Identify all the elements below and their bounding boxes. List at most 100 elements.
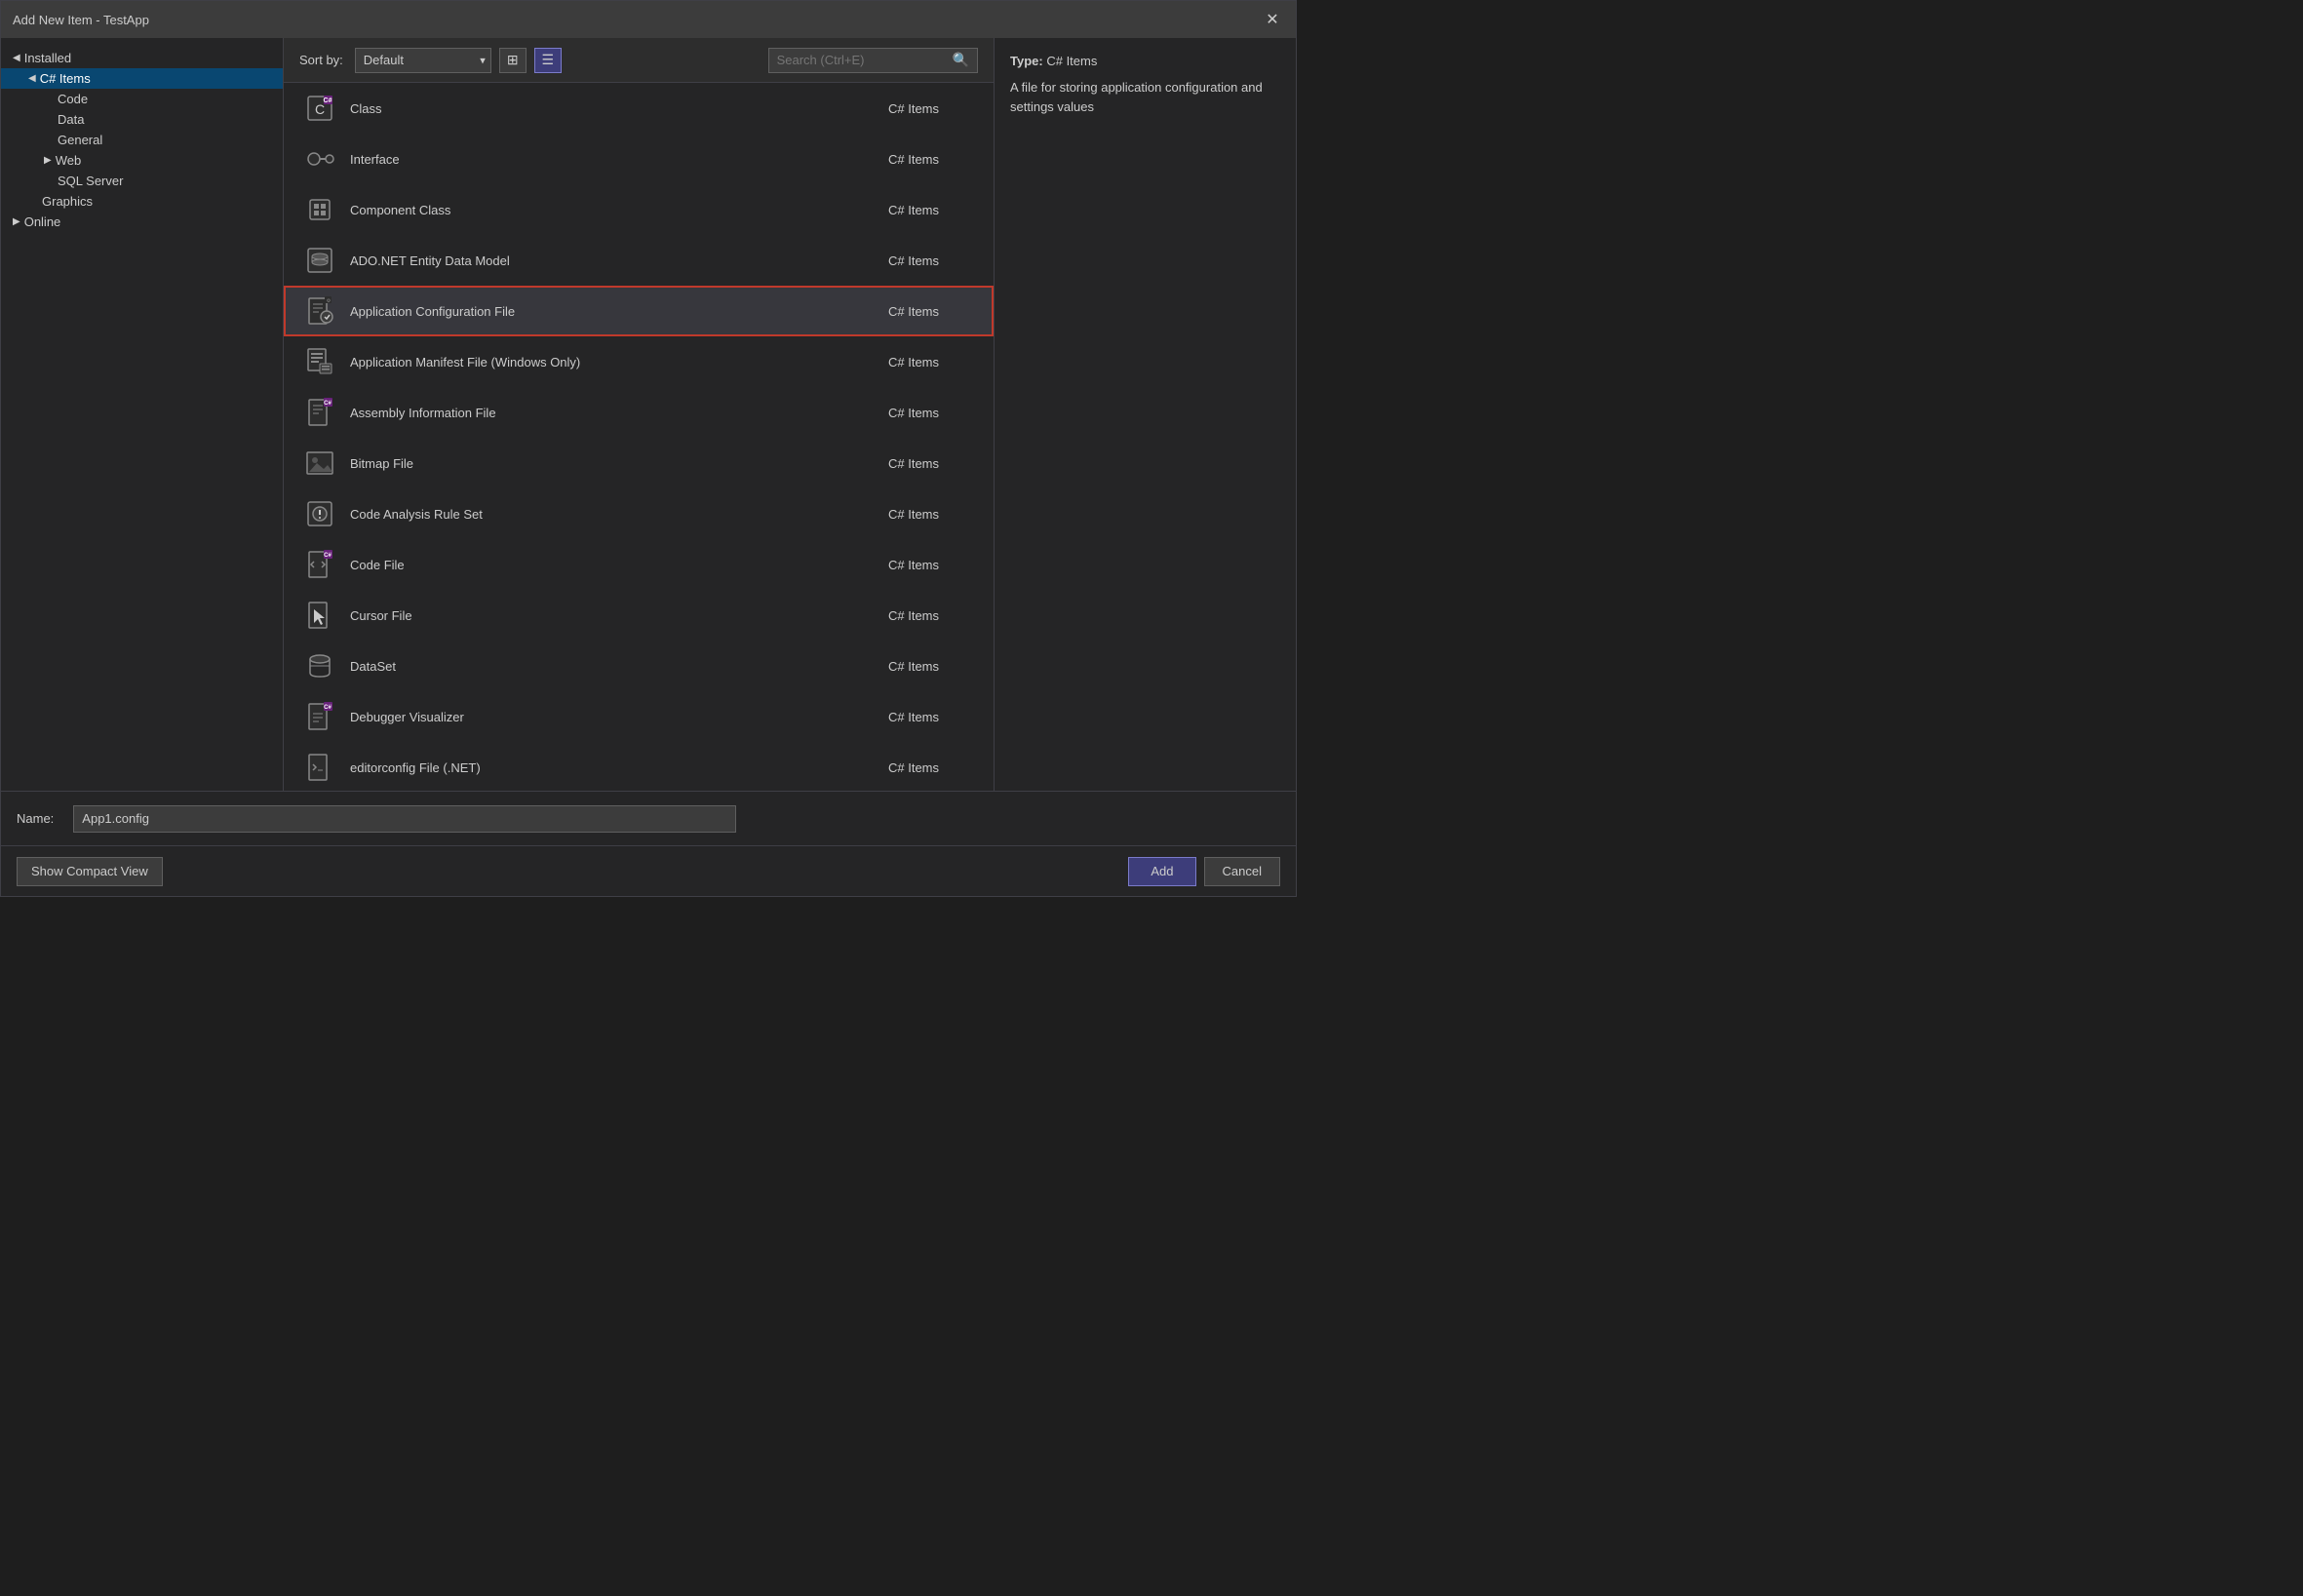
tree-item-general[interactable]: General [1,130,283,150]
item-name-code-analysis: Code Analysis Rule Set [350,507,888,522]
item-category-bitmap: C# Items [888,456,976,471]
list-item-editorconfig[interactable]: editorconfig File (.NET) C# Items [284,742,994,791]
item-name-editorconfig: editorconfig File (.NET) [350,760,888,775]
item-name-code-file: Code File [350,558,888,572]
list-view-button[interactable]: ☰ [534,48,562,73]
list-item-app-config[interactable]: ⚙ Application Configuration File C# Item… [284,286,994,336]
title-bar: Add New Item - TestApp ✕ [1,1,1296,38]
item-category-interface: C# Items [888,152,976,167]
item-icon-app-config: ⚙ [301,292,338,330]
name-input[interactable] [73,805,736,833]
search-icon: 🔍 [953,52,969,68]
right-panel: Type: C# Items A file for storing applic… [994,38,1296,791]
detail-type-label: Type: [1010,54,1043,68]
detail-type-row: Type: C# Items [1010,54,1280,68]
close-button[interactable]: ✕ [1261,8,1284,31]
tree-item-graphics[interactable]: Graphics [1,191,283,212]
tree-item-code[interactable]: Code [1,89,283,109]
item-name-cursor-file: Cursor File [350,608,888,623]
tree-arrow-csharp-items: ◀ [28,73,36,84]
tree-label-general: General [58,133,102,147]
item-icon-code-file: C# [301,546,338,583]
tree-arrow-online: ▶ [13,216,20,227]
item-icon-debugger-vis: C# [301,698,338,735]
item-category-code-analysis: C# Items [888,507,976,522]
item-category-component-class: C# Items [888,203,976,217]
item-icon-app-manifest [301,343,338,380]
grid-view-button[interactable]: ⊞ [499,48,527,73]
item-category-dataset: C# Items [888,659,976,674]
tree-arrow-web: ▶ [44,155,52,166]
item-category-ado-net: C# Items [888,253,976,268]
sort-dropdown[interactable]: Default [355,48,491,73]
tree-item-installed[interactable]: ◀ Installed [1,48,283,68]
item-category-app-manifest: C# Items [888,355,976,370]
tree-label-online: Online [24,214,61,229]
item-name-assembly-info: Assembly Information File [350,406,888,420]
svg-text:C#: C# [324,553,332,559]
search-input[interactable] [777,53,949,67]
tree-label-sql-server: SQL Server [58,174,123,188]
list-item-bitmap[interactable]: Bitmap File C# Items [284,438,994,488]
item-icon-component-class [301,191,338,228]
tree-label-web: Web [56,153,82,168]
item-icon-code-analysis [301,495,338,532]
list-item-assembly-info[interactable]: C# Assembly Information File C# Items [284,387,994,438]
svg-text:⚙: ⚙ [327,298,332,304]
center-panel: Sort by: Default ⊞ ☰ 🔍 C [284,38,994,791]
item-icon-assembly-info: C# [301,394,338,431]
tree-label-code: Code [58,92,88,106]
list-item-component-class[interactable]: Component Class C# Items [284,184,994,235]
items-list: C C# Class C# Items Interface C# Items C… [284,83,994,791]
item-icon-editorconfig [301,749,338,786]
list-item-interface[interactable]: Interface C# Items [284,134,994,184]
item-icon-ado-net [301,242,338,279]
item-category-cursor-file: C# Items [888,608,976,623]
name-bar: Name: [1,791,1296,845]
item-icon-cursor-file [301,597,338,634]
footer-bar: Show Compact View Add Cancel [1,845,1296,896]
list-item-cursor-file[interactable]: Cursor File C# Items [284,590,994,641]
item-category-class: C# Items [888,101,976,116]
list-item-debugger-vis[interactable]: C# Debugger Visualizer C# Items [284,691,994,742]
compact-view-button[interactable]: Show Compact View [17,857,163,886]
item-icon-bitmap [301,445,338,482]
detail-type-value: C# Items [1046,54,1097,68]
item-category-debugger-vis: C# Items [888,710,976,724]
sort-label: Sort by: [299,53,343,67]
item-name-debugger-vis: Debugger Visualizer [350,710,888,724]
item-icon-dataset [301,647,338,684]
list-item-app-manifest[interactable]: Application Manifest File (Windows Only)… [284,336,994,387]
item-icon-interface [301,140,338,177]
add-button[interactable]: Add [1128,857,1195,886]
list-item-code-analysis[interactable]: Code Analysis Rule Set C# Items [284,488,994,539]
sort-dropdown-wrap: Default [355,48,491,73]
left-panel: ◀ Installed◀ C# Items Code Data General ▶ We… [1,38,284,791]
tree-item-data[interactable]: Data [1,109,283,130]
tree-item-sql-server[interactable]: SQL Server [1,171,283,191]
svg-text:C#: C# [324,401,332,407]
tree-arrow-installed: ◀ [13,53,20,63]
item-name-dataset: DataSet [350,659,888,674]
item-icon-class: C C# [301,90,338,127]
item-name-class: Class [350,101,888,116]
list-item-class[interactable]: C C# Class C# Items [284,83,994,134]
tree-item-online[interactable]: ▶ Online [1,212,283,232]
item-name-app-config: Application Configuration File [350,304,888,319]
dialog-title: Add New Item - TestApp [13,13,149,27]
list-item-ado-net[interactable]: ADO.NET Entity Data Model C# Items [284,235,994,286]
list-item-dataset[interactable]: DataSet C# Items [284,641,994,691]
add-new-item-dialog: Add New Item - TestApp ✕ ◀ Installed◀ C#… [0,0,1297,897]
item-category-editorconfig: C# Items [888,760,976,775]
cancel-button[interactable]: Cancel [1204,857,1280,886]
dialog-body: ◀ Installed◀ C# ItemsCodeDataGeneral▶ We… [1,38,1296,791]
tree-item-web[interactable]: ▶ Web [1,150,283,171]
name-label: Name: [17,811,54,826]
tree-item-csharp-items[interactable]: ◀ C# Items [1,68,283,89]
list-item-code-file[interactable]: C# Code File C# Items [284,539,994,590]
detail-description: A file for storing application configura… [1010,78,1280,116]
search-box: 🔍 [768,48,978,73]
item-name-ado-net: ADO.NET Entity Data Model [350,253,888,268]
item-name-component-class: Component Class [350,203,888,217]
item-category-code-file: C# Items [888,558,976,572]
